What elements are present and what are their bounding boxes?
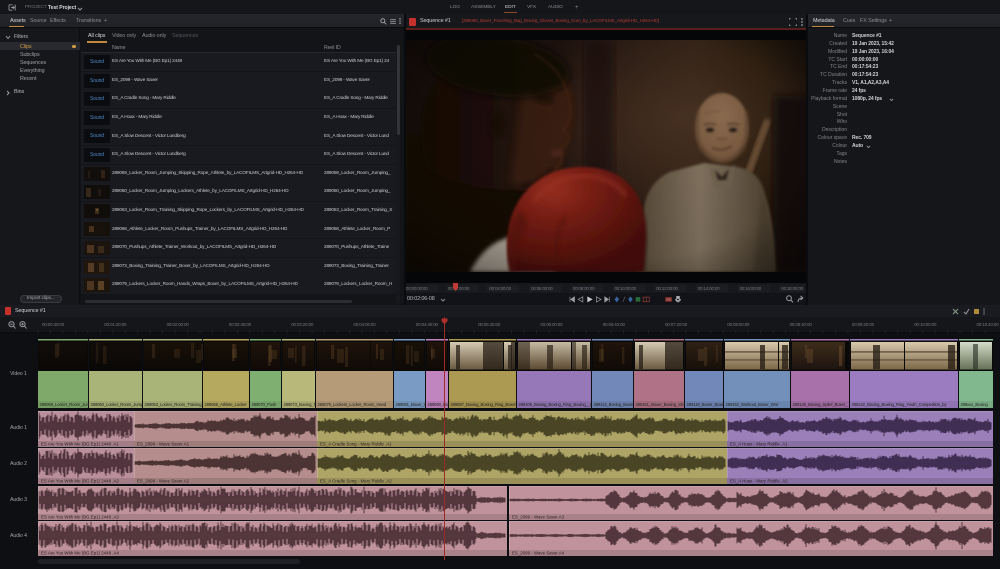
svg-text:289059_Locker_Room_Jump: 289059_Locker_Room_Jump bbox=[40, 402, 93, 407]
svg-text:289063_Locker_Room_Training_: 289063_Locker_Room_Training_ bbox=[145, 402, 205, 407]
svg-text:289114_Boxing_Boxin: 289114_Boxing_Boxin bbox=[594, 402, 634, 407]
svg-text:ES_A Hoax - Mary Riddle .A1: ES_A Hoax - Mary Riddle .A1 bbox=[730, 442, 788, 447]
svg-text:ES_2099 - Wave Saver.A4: ES_2099 - Wave Saver.A4 bbox=[512, 551, 565, 556]
svg-text:289070_Push: 289070_Push bbox=[252, 402, 278, 407]
svg-text:289068_Athlete_Locker: 289068_Athlete_Locker bbox=[205, 402, 248, 407]
svg-text:289142_Boxing_Boxing_Ring_Yout: 289142_Boxing_Boxing_Ring_Youth_Competit… bbox=[852, 402, 948, 407]
svg-text:ES_2099 - Wave Saver.A2: ES_2099 - Wave Saver.A2 bbox=[137, 479, 190, 484]
svg-text:289126_Boxing_Splief_Boxer_: 289126_Boxing_Splief_Boxer_ bbox=[793, 402, 849, 407]
svg-text:ES Are You With Me (BG Ep1) 24: ES Are You With Me (BG Ep1) 2448 .A1 bbox=[41, 442, 119, 447]
svg-text:ES Are You With Me (BG Ep1) 24: ES Are You With Me (BG Ep1) 2448 .A4 bbox=[41, 551, 119, 556]
svg-text:289073_Boxing_T: 289073_Boxing_T bbox=[284, 402, 317, 407]
svg-text:ES Are You With Me (BG Ep1) 24: ES Are You With Me (BG Ep1) 2448 .A2 bbox=[41, 479, 119, 484]
svg-text:ES_A Cradle Song - Mary Riddle: ES_A Cradle Song - Mary Riddle .A1 bbox=[320, 442, 392, 447]
svg-text:ES_2099 - Wave Saver.A1: ES_2099 - Wave Saver.A1 bbox=[137, 442, 190, 447]
svg-text:289xxx_Boxing: 289xxx_Boxing bbox=[961, 402, 989, 407]
svg-text:289060_Locker_Room_Jumpin: 289060_Locker_Room_Jumpin bbox=[91, 402, 147, 407]
svg-text:289079_Lockers_Locker_Room_Han: 289079_Lockers_Locker_Room_Hand bbox=[318, 402, 387, 407]
svg-text:289106_Boxing_Boxing_Ring_Boxi: 289106_Boxing_Boxing_Ring_Boxing__L bbox=[519, 402, 594, 407]
svg-text:ES_A Cradle Song - Mary Riddle: ES_A Cradle Song - Mary Riddle .A2 bbox=[320, 479, 392, 484]
svg-text:289118_Boxer_Boxin: 289118_Boxer_Boxin bbox=[687, 402, 726, 407]
svg-text:289152_Workout_Boxer_Wor: 289152_Workout_Boxer_Wor bbox=[726, 402, 779, 407]
svg-text:ES_A Hoax - Mary Riddle .A2: ES_A Hoax - Mary Riddle .A2 bbox=[730, 479, 788, 484]
svg-text:289090_Box: 289090_Box bbox=[428, 402, 452, 407]
svg-text:ES_2099 - Wave Saver.A3: ES_2099 - Wave Saver.A3 bbox=[512, 515, 565, 520]
svg-text:289081_Boxer_W: 289081_Boxer_W bbox=[396, 402, 428, 407]
svg-text:ES Are You With Me (BG Ep1) 24: ES Are You With Me (BG Ep1) 2448 .A3 bbox=[41, 515, 119, 520]
svg-text:289151_Boxer_Boxing_Sho: 289151_Boxer_Boxing_Sho bbox=[636, 402, 687, 407]
svg-text:289087_Boxing_Boxing_Ring_Boxe: 289087_Boxing_Boxing_Ring_Boxer bbox=[451, 402, 517, 407]
